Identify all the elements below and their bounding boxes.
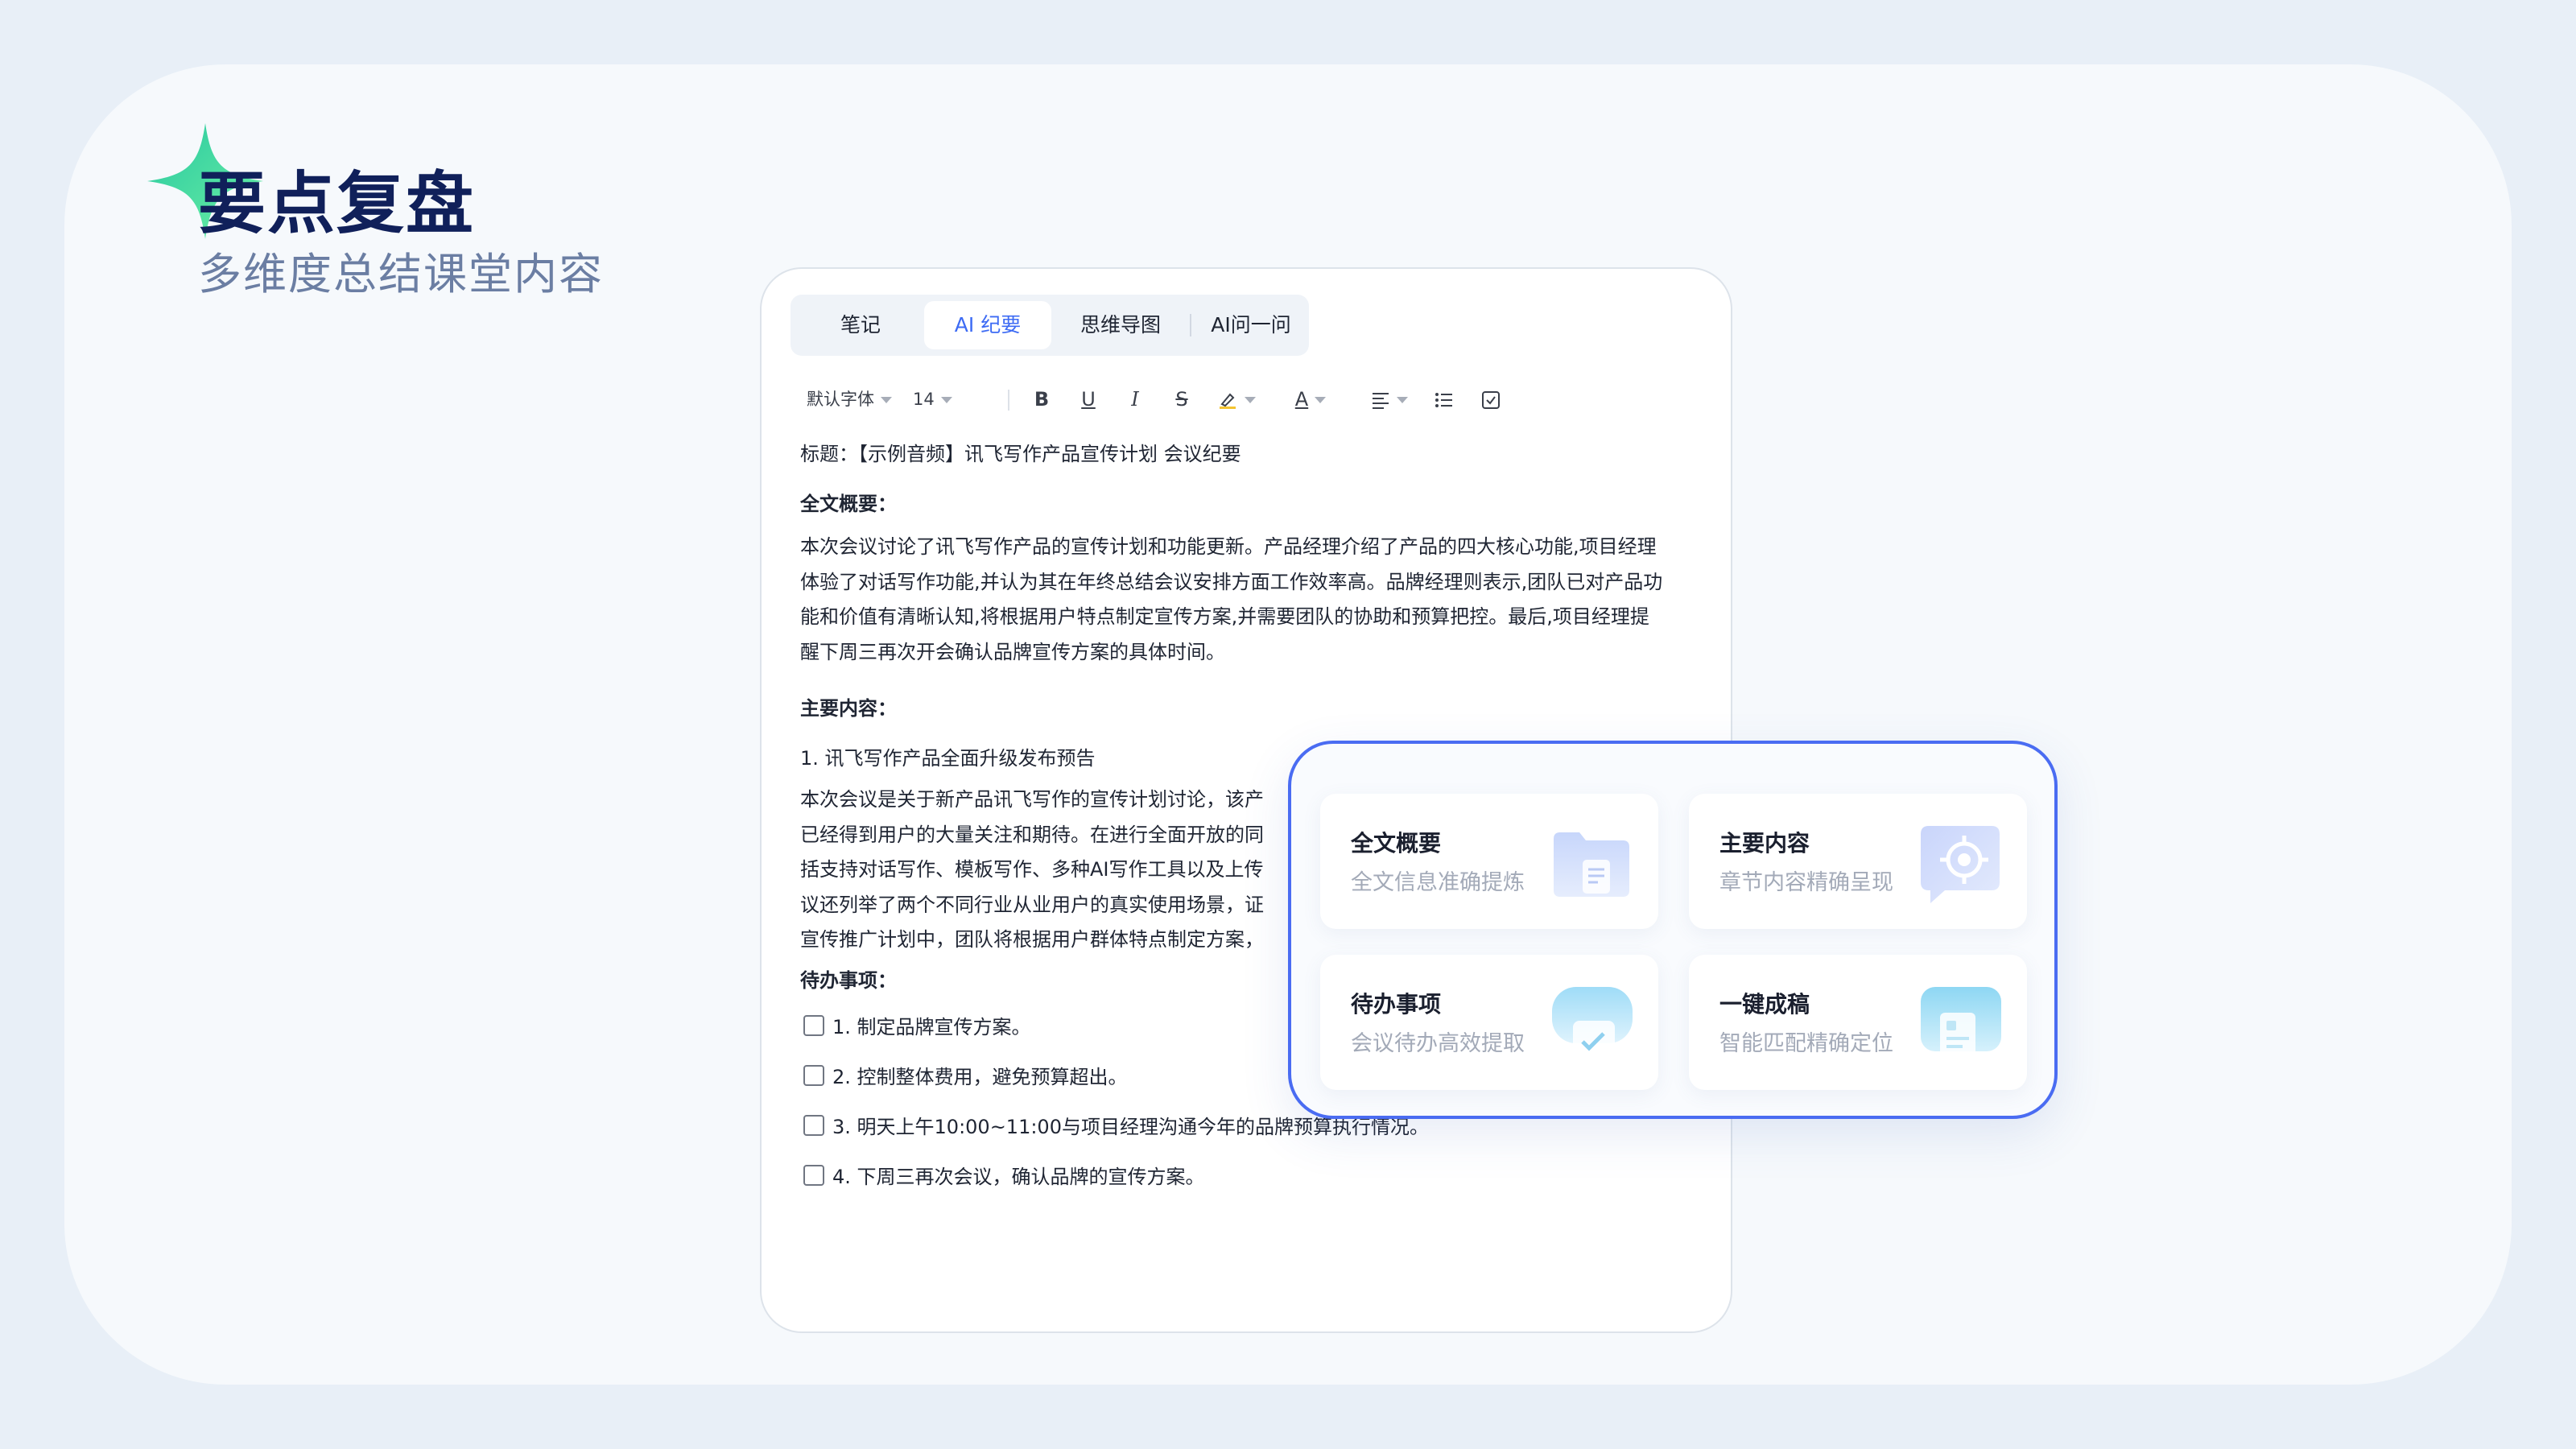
feature-card-main-content[interactable]: 主要内容 章节内容精确呈现: [1689, 794, 2027, 929]
todo-text: 1. 制定品牌宣传方案。: [832, 1016, 1031, 1038]
highlighter-icon: [1220, 393, 1236, 409]
highlight-button[interactable]: [1211, 383, 1262, 415]
feature-subtitle: 会议待办高效提取: [1351, 1031, 1525, 1056]
todo-checkbox[interactable]: [803, 1014, 824, 1036]
todo-checkbox[interactable]: [803, 1114, 824, 1136]
font-color-letter: A: [1294, 388, 1309, 411]
feature-title: 主要内容: [1719, 830, 1810, 857]
align-left-icon: [1373, 393, 1389, 409]
todo-checkbox[interactable]: [803, 1064, 824, 1086]
todo-heading: 待办事项：: [800, 969, 897, 992]
todo-item: 1. 制定品牌宣传方案。: [803, 1011, 1031, 1039]
feature-card-draft[interactable]: 一键成稿 智能匹配精确定位: [1689, 955, 2027, 1090]
chevron-down-icon: [1245, 397, 1256, 403]
summary-line: 醒下周三再次开会确认品牌宣传方案的具体时间。: [800, 640, 1225, 663]
tab-bar: 笔记 AI 纪要 思维导图 AI问一问: [791, 295, 1309, 356]
checkbox-icon: [1482, 391, 1500, 409]
checkmark-chat-icon: [1552, 987, 1633, 1063]
todo-checkbox[interactable]: [803, 1164, 824, 1186]
todo-text: 2. 控制整体费用，避免预算超出。: [832, 1066, 1128, 1088]
font-family-select[interactable]: 默认字体: [807, 385, 892, 414]
summary-line: 能和价值有清晰认知,将根据用户特点制定宣传方案,并需要团队的协助和预算把控。最后…: [800, 605, 1649, 628]
font-size-label: 14: [913, 390, 935, 409]
align-button[interactable]: [1364, 383, 1415, 415]
feature-subtitle: 章节内容精确呈现: [1719, 870, 1893, 895]
tab-mind-map[interactable]: 思维导图: [1056, 301, 1185, 349]
section-title: 1. 讯飞写作产品全面升级发布预告: [800, 747, 1096, 770]
todo-item: 2. 控制整体费用，避免预算超出。: [803, 1061, 1128, 1089]
italic-button[interactable]: I: [1119, 383, 1151, 415]
chevron-down-icon: [1397, 397, 1408, 403]
feature-subtitle: 全文信息准确提炼: [1351, 870, 1525, 895]
feature-panel: 全文概要 全文信息准确提炼 主要内容 章节内容精确呈现 待办事项 会议待办高效提…: [1288, 741, 2058, 1119]
page-subtitle: 多维度总结课堂内容: [198, 249, 604, 299]
format-toolbar: 默认字体 14 B U I S A: [791, 380, 1708, 419]
bullet-list-icon: [1435, 393, 1452, 407]
feature-title: 全文概要: [1351, 830, 1442, 857]
underline-button[interactable]: U: [1072, 383, 1104, 415]
summary-line: 体验了对话写作功能,并认为其在年终总结会议安排方面工作效率高。品牌经理则表示,团…: [800, 570, 1663, 593]
strikethrough-button[interactable]: S: [1166, 383, 1198, 415]
feature-title: 一键成稿: [1719, 991, 1810, 1018]
page-title: 要点复盘: [198, 164, 476, 243]
main-content-heading: 主要内容：: [800, 697, 897, 720]
chevron-down-icon: [881, 397, 892, 403]
tab-divider: [1190, 314, 1191, 336]
feature-title: 待办事项: [1351, 991, 1442, 1018]
summary-heading: 全文概要：: [800, 493, 897, 515]
chevron-down-icon: [1315, 397, 1327, 403]
font-color-button[interactable]: A: [1285, 383, 1336, 415]
todo-item: 4. 下周三再次会议，确认品牌的宣传方案。: [803, 1161, 1205, 1189]
folder-document-icon: [1554, 832, 1629, 897]
target-chat-icon: [1921, 826, 2000, 903]
tab-notes[interactable]: 笔记: [800, 301, 921, 349]
todo-text: 4. 下周三再次会议，确认品牌的宣传方案。: [832, 1166, 1205, 1188]
feature-subtitle: 智能匹配精确定位: [1719, 1031, 1893, 1056]
feature-card-summary[interactable]: 全文概要 全文信息准确提炼: [1320, 794, 1658, 929]
chevron-down-icon: [940, 397, 952, 403]
document-title: 标题：【示例音频】讯飞写作产品宣传计划 会议纪要: [800, 443, 1241, 465]
toolbar-divider: [1008, 390, 1009, 411]
feature-card-todos[interactable]: 待办事项 会议待办高效提取: [1320, 955, 1658, 1090]
font-family-label: 默认字体: [807, 390, 874, 409]
bold-button[interactable]: B: [1026, 383, 1058, 415]
font-size-select[interactable]: 14: [913, 385, 952, 414]
tab-ai-ask[interactable]: AI问一问: [1195, 301, 1307, 349]
summary-paragraph: 本次会议讨论了讯飞写作产品的宣传计划和功能更新。产品经理介绍了产品的四大核心功能…: [800, 530, 1702, 670]
bullet-list-button[interactable]: [1428, 383, 1460, 415]
document-draft-icon: [1921, 987, 2001, 1058]
checklist-button[interactable]: [1475, 383, 1507, 415]
tab-ai-summary[interactable]: AI 纪要: [924, 301, 1051, 349]
summary-line: 本次会议讨论了讯飞写作产品的宣传计划和功能更新。产品经理介绍了产品的四大核心功能…: [800, 535, 1657, 558]
